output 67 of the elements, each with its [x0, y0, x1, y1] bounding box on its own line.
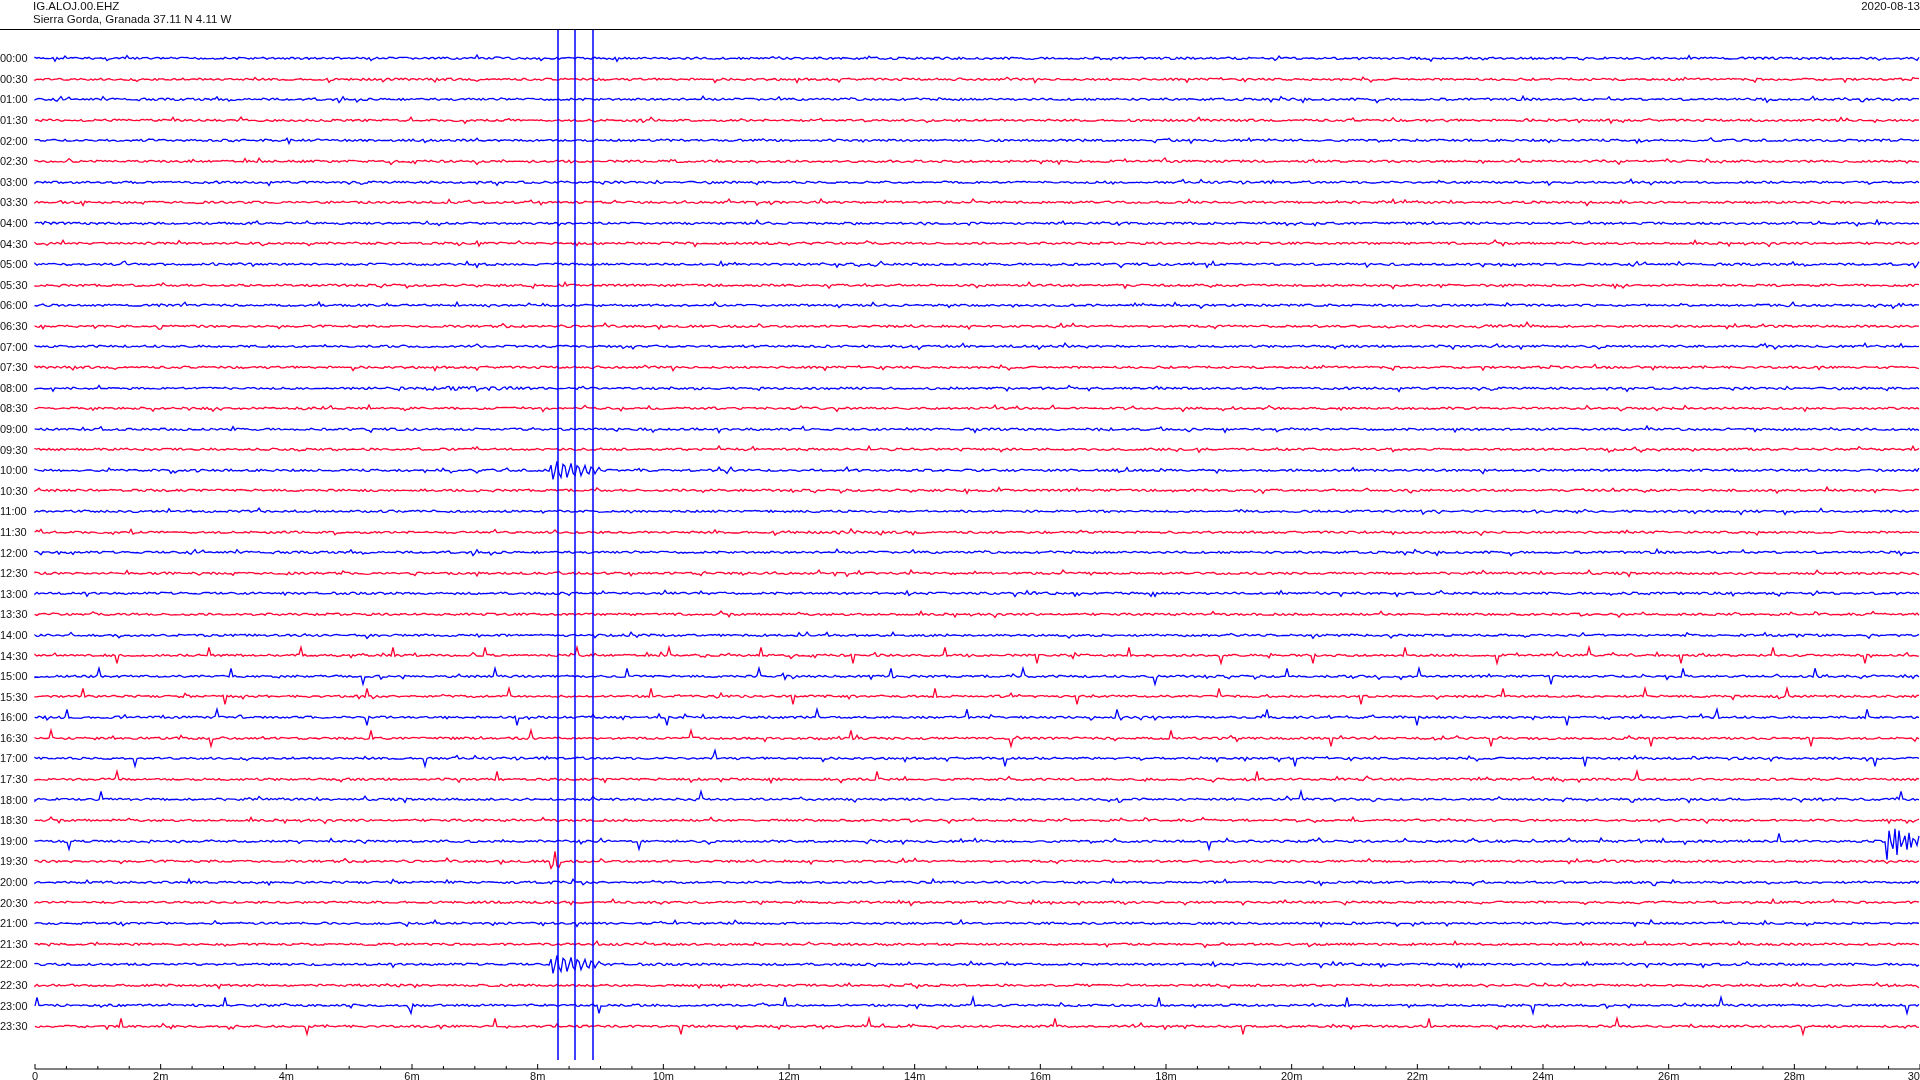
- time-label: 06:00: [0, 299, 29, 312]
- time-label: 13:00: [0, 587, 29, 600]
- time-label: 01:00: [0, 93, 29, 106]
- axis-label: 2m: [153, 1069, 169, 1080]
- axis-label: 14m: [903, 1069, 926, 1080]
- axis-label: 24m: [1532, 1069, 1554, 1080]
- axis-label: 28m: [1783, 1069, 1806, 1080]
- time-label: 12:00: [0, 546, 29, 559]
- time-label: 10:30: [0, 484, 29, 497]
- time-label: 22:30: [0, 979, 29, 991]
- time-label: 16:00: [0, 711, 29, 724]
- time-label: 17:30: [0, 773, 29, 786]
- time-label: 20:30: [0, 896, 29, 909]
- time-label: 09:30: [0, 443, 29, 456]
- time-label: 03:30: [0, 196, 29, 209]
- axis-label: 6m: [404, 1069, 420, 1080]
- time-label: 13:30: [0, 608, 29, 621]
- time-label: 01:30: [0, 114, 29, 127]
- axis-label: 22m: [1406, 1069, 1429, 1080]
- time-label: 18:30: [0, 814, 29, 827]
- time-label: 12:30: [0, 567, 29, 580]
- time-label: 21:30: [0, 937, 29, 950]
- time-label: 16:30: [0, 731, 29, 744]
- axis-label: 8m: [530, 1069, 546, 1080]
- axis-label: 20m: [1280, 1069, 1303, 1080]
- time-label: 07:00: [0, 340, 29, 353]
- time-label: 03:00: [0, 175, 29, 188]
- axis-label: 30: [1907, 1069, 1920, 1080]
- time-label: 04:00: [0, 217, 29, 230]
- time-label: 02:00: [0, 134, 29, 147]
- time-label: 04:30: [0, 237, 29, 250]
- time-label: 17:00: [0, 752, 29, 765]
- time-label: 08:00: [0, 381, 29, 394]
- time-label: 21:00: [0, 917, 29, 930]
- time-label: 11:30: [0, 525, 28, 538]
- axis-label: 18m: [1155, 1069, 1177, 1080]
- time-label: 14:30: [0, 649, 29, 662]
- time-label: 15:00: [0, 670, 29, 683]
- axis-label: 0: [31, 1069, 39, 1080]
- time-label: 07:30: [0, 361, 29, 374]
- station-location: Sierra Gorda, Granada 37.11 N 4.11 W: [33, 13, 232, 26]
- time-label: 05:30: [0, 278, 29, 291]
- time-label: 23:30: [0, 1020, 29, 1033]
- axis-label: 26m: [1657, 1069, 1680, 1080]
- time-label: 08:30: [0, 402, 29, 415]
- time-label: 20:00: [0, 876, 29, 889]
- time-label: 06:30: [0, 320, 29, 332]
- time-label: 19:30: [0, 855, 29, 868]
- time-label: 22:00: [0, 958, 29, 971]
- time-label: 11:00: [0, 505, 28, 518]
- time-label: 05:00: [0, 258, 29, 271]
- axis-label: 12m: [778, 1069, 800, 1080]
- time-label: 09:00: [0, 423, 29, 435]
- axis-label: 4m: [278, 1069, 294, 1080]
- time-label: 00:30: [0, 72, 29, 85]
- time-label: 10:00: [0, 464, 29, 477]
- time-label: 14:00: [0, 628, 29, 641]
- time-label: 15:30: [0, 690, 29, 703]
- time-label: 18:00: [0, 793, 29, 806]
- axis-label: 10m: [652, 1069, 675, 1080]
- time-label: 02:30: [0, 155, 29, 168]
- time-label: 19:00: [0, 834, 29, 847]
- time-label: 00:00: [0, 52, 29, 65]
- plot-date: 2020-08-13: [1861, 0, 1920, 14]
- time-label: 23:00: [0, 999, 29, 1012]
- axis-label: 16m: [1029, 1069, 1052, 1080]
- station-code: IG.ALOJ.00.EHZ: [33, 0, 121, 13]
